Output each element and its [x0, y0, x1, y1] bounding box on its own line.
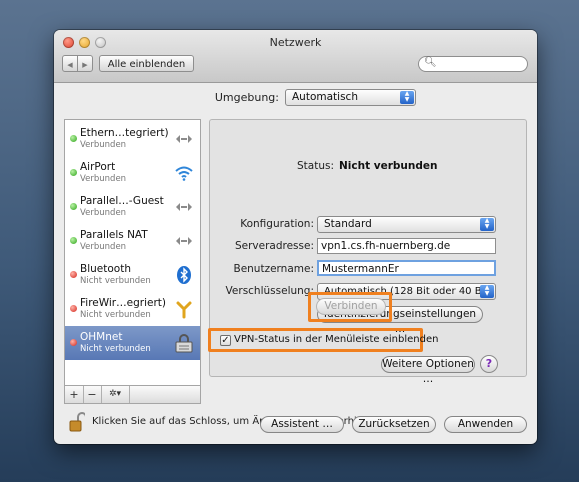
search-input[interactable]: 🔍︎: [418, 56, 528, 72]
help-button[interactable]: ?: [480, 355, 498, 373]
service-item-3[interactable]: Parallel…-Guest Verbunden: [65, 190, 200, 224]
service-status: Nicht verbunden: [80, 344, 151, 354]
service-status: Nicht verbunden: [80, 276, 151, 286]
server-address-field[interactable]: vpn1.cs.fh-nuernberg.de: [317, 238, 496, 254]
apply-button[interactable]: Anwenden: [444, 416, 527, 433]
service-list-toolbar: + − ✲▾: [64, 386, 201, 404]
revert-button[interactable]: Zurücksetzen: [352, 416, 436, 433]
service-name: Parallels NAT: [80, 229, 148, 241]
network-preferences-window: Netzwerk ◀ ▶ Alle einblenden 🔍︎ Umgebung…: [54, 30, 537, 444]
environment-value: Automatisch: [292, 91, 358, 103]
service-item-1[interactable]: Ethern…tegriert) Verbunden: [65, 122, 200, 156]
service-status: Verbunden: [80, 242, 127, 252]
bluetooth-icon: [174, 265, 194, 285]
ethernet-icon: [174, 129, 194, 149]
configuration-label: Konfiguration:: [240, 218, 314, 230]
ethernet-icon: [174, 197, 194, 217]
status-dot-icon: [70, 237, 77, 244]
firewire-icon: [174, 299, 194, 319]
status-dot-icon: [70, 203, 77, 210]
service-status: Verbunden: [80, 174, 127, 184]
remove-service-button[interactable]: −: [83, 386, 102, 403]
service-status: Nicht verbunden: [80, 310, 151, 320]
service-list: Ethern…tegriert) Verbunden AirPort Verbunde…: [64, 119, 201, 386]
popup-arrows-icon: ▲ ▼: [480, 285, 494, 298]
service-name: AirPort: [80, 161, 116, 173]
window-title: Netzwerk: [269, 36, 322, 49]
wifi-icon: [174, 163, 194, 183]
configuration-popup[interactable]: Standard ▲ ▼: [317, 216, 496, 233]
connect-button[interactable]: Verbinden: [316, 298, 386, 315]
service-item-5[interactable]: Bluetooth Nicht verbunden: [65, 258, 200, 292]
popup-arrows-icon: ▲ ▼: [480, 218, 494, 231]
encryption-label: Verschlüsselung:: [225, 285, 314, 297]
lock-icon[interactable]: [69, 412, 87, 432]
service-item-4[interactable]: Parallels NAT Verbunden: [65, 224, 200, 258]
service-status: Verbunden: [80, 208, 127, 218]
gear-menu-button[interactable]: ✲▾: [101, 386, 130, 403]
search-icon: 🔍︎: [424, 57, 437, 68]
back-arrow-icon: ◀: [67, 61, 73, 69]
status-dot-icon: [70, 135, 77, 142]
vpn-status-label: VPN-Status in der Menüleiste einblenden: [234, 334, 439, 345]
popup-arrows-icon: ▲ ▼: [400, 91, 414, 104]
service-name: Ethern…tegriert): [80, 127, 169, 139]
status-label: Status:: [297, 160, 334, 172]
service-item-2[interactable]: AirPort Verbunden: [65, 156, 200, 190]
checkmark-icon: ✓: [221, 335, 230, 346]
service-name: OHMnet: [80, 331, 123, 343]
service-status: Verbunden: [80, 140, 127, 150]
service-item-7[interactable]: OHMnet Nicht verbunden: [65, 326, 200, 360]
back-button[interactable]: ◀: [62, 55, 78, 72]
assistant-button[interactable]: Assistent …: [260, 416, 344, 433]
service-name: Parallel…-Guest: [80, 195, 164, 207]
configuration-value: Standard: [324, 218, 372, 230]
server-address-label: Serveradresse:: [234, 240, 314, 252]
ethernet-icon: [174, 231, 194, 251]
forward-button[interactable]: ▶: [77, 55, 93, 72]
forward-arrow-icon: ▶: [82, 61, 88, 69]
advanced-options-button[interactable]: Weitere Optionen …: [381, 356, 475, 385]
vpn-lock-icon: [174, 333, 194, 353]
lock-hint-text: Klicken Sie auf das Schloss, um Änderung…: [92, 416, 389, 427]
add-service-button[interactable]: +: [65, 386, 84, 403]
service-name: Bluetooth: [80, 263, 131, 275]
status-value: Nicht verbunden: [339, 160, 438, 172]
service-item-6[interactable]: FireWir…egriert) Nicht verbunden: [65, 292, 200, 326]
title-bar: Netzwerk ◀ ▶ Alle einblenden 🔍︎: [54, 30, 537, 83]
status-dot-icon: [70, 339, 77, 346]
environment-label: Umgebung:: [214, 91, 279, 104]
environment-popup[interactable]: Automatisch ▲ ▼: [285, 89, 416, 106]
service-name: FireWir…egriert): [80, 297, 166, 309]
username-label: Benutzername:: [233, 263, 314, 275]
username-field[interactable]: MustermannEr: [317, 260, 496, 276]
status-dot-icon: [70, 169, 77, 176]
show-all-button[interactable]: Alle einblenden: [99, 55, 194, 72]
status-dot-icon: [70, 271, 77, 278]
status-dot-icon: [70, 305, 77, 312]
vpn-status-checkbox[interactable]: ✓: [220, 335, 231, 346]
